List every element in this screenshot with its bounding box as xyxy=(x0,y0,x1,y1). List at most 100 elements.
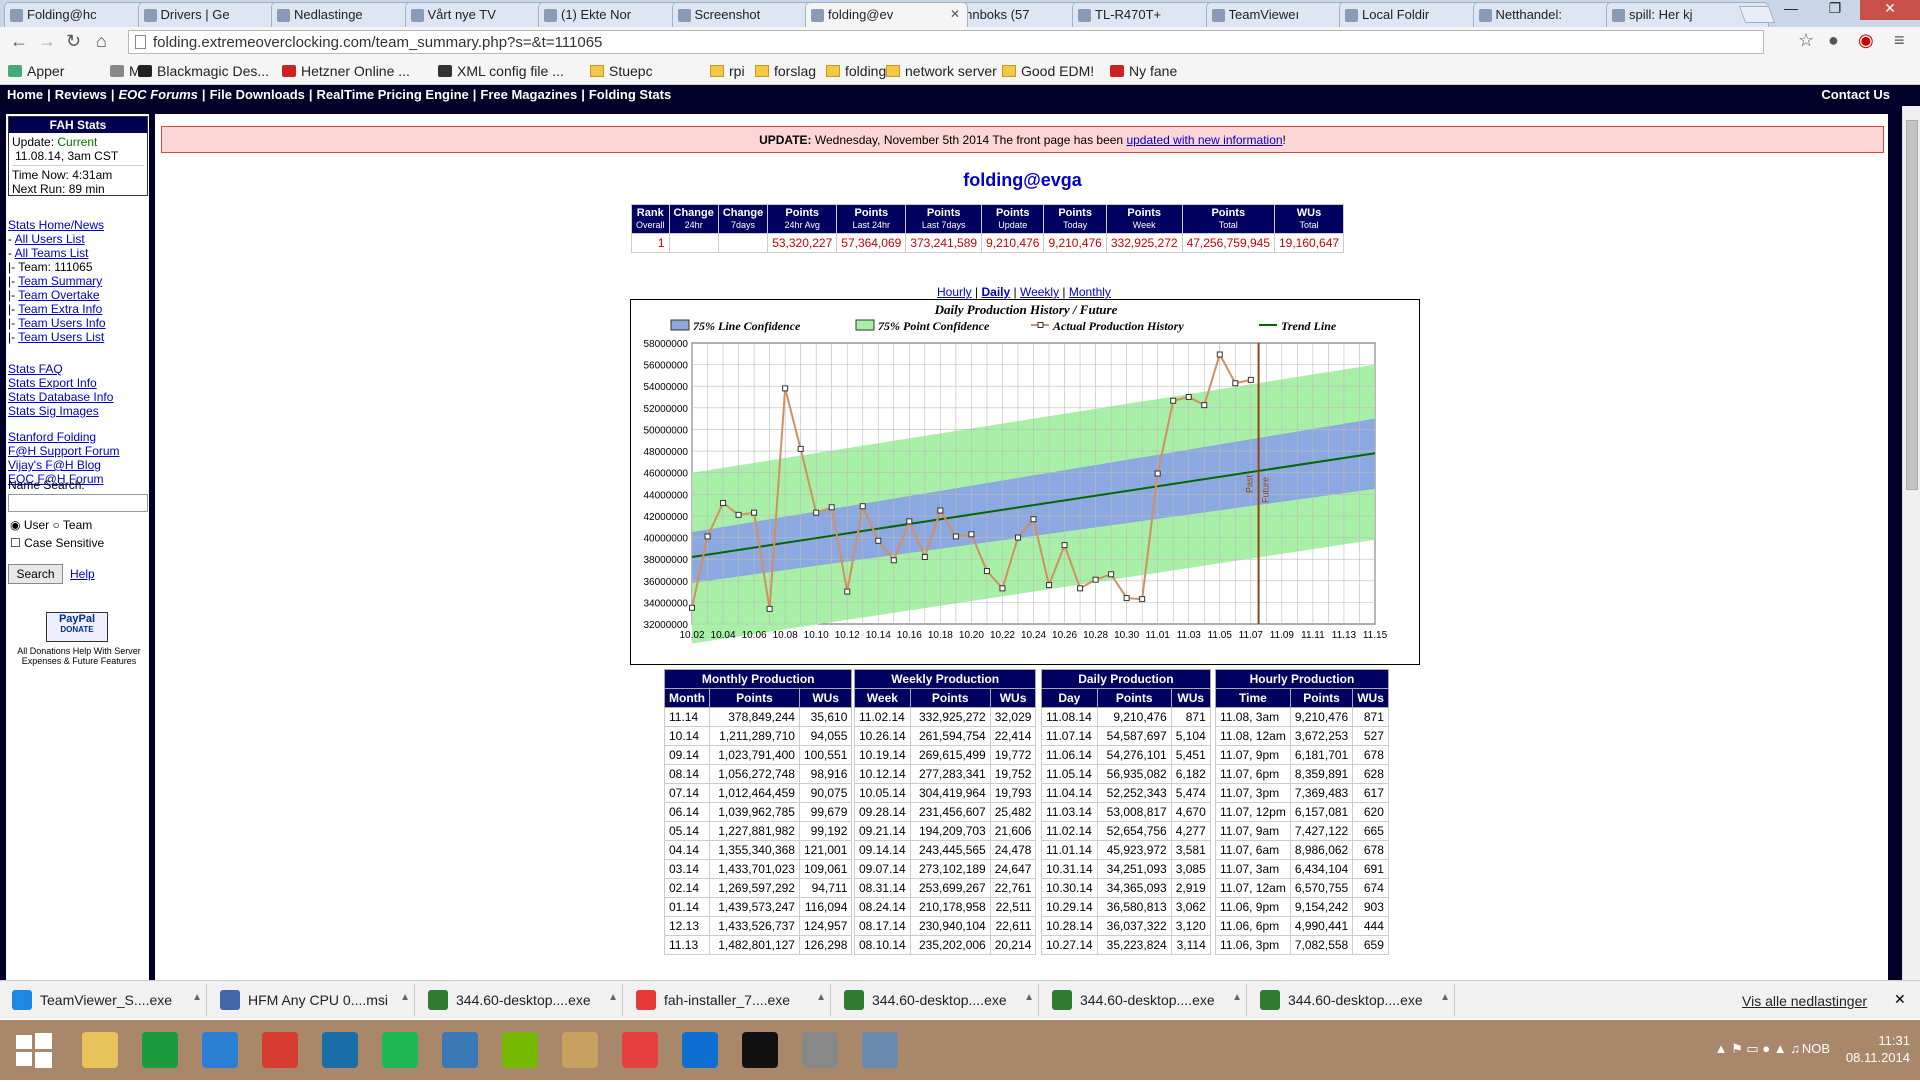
granularity-link[interactable]: Monthly xyxy=(1069,285,1111,299)
sidebar-link[interactable]: All Users List xyxy=(15,232,85,246)
calculator-icon[interactable] xyxy=(790,1023,852,1077)
download-menu-icon[interactable]: ▲ xyxy=(816,992,826,1003)
download-item[interactable]: 344.60-desktop....exe ▲ xyxy=(834,984,1039,1016)
internet-explorer-icon[interactable] xyxy=(190,1023,252,1077)
scrollbar[interactable] xyxy=(1902,106,1920,980)
bookmark-item[interactable]: rpi xyxy=(710,63,745,79)
bookmark-star-icon[interactable]: ☆ xyxy=(1798,30,1814,51)
bookmark-item[interactable]: Apper xyxy=(8,63,64,79)
performance-monitor-icon[interactable] xyxy=(850,1023,912,1077)
back-icon[interactable]: ← xyxy=(10,31,28,52)
tray-icons[interactable]: ▲ ⚑ ▭ ● ▲ ♫ xyxy=(1715,1040,1800,1057)
sidebar-link[interactable]: Stats Export Info xyxy=(8,376,97,390)
sidebar-link[interactable]: Team Extra Info xyxy=(18,302,102,316)
user-icon[interactable]: ● xyxy=(1828,30,1839,51)
paypal-donate-button[interactable]: PayPal DONATE xyxy=(46,612,108,642)
forward-icon[interactable]: → xyxy=(38,31,56,52)
bookmark-item[interactable]: folding xyxy=(826,63,886,79)
nav-link[interactable]: File Downloads xyxy=(210,87,305,102)
download-item[interactable]: TeamViewer_S....exe ▲ xyxy=(2,984,207,1016)
browser-tab[interactable]: folding@ev ✕ xyxy=(805,2,968,27)
bookmark-item[interactable]: Blackmagic Des... xyxy=(138,63,269,79)
home-icon[interactable]: ⌂ xyxy=(96,31,107,52)
download-menu-icon[interactable]: ▲ xyxy=(400,992,410,1003)
contact-link[interactable]: Contact Us xyxy=(1821,87,1890,102)
bookmark-item[interactable]: network server xyxy=(886,63,997,79)
nav-link[interactable]: EOC Forums xyxy=(118,87,197,102)
download-menu-icon[interactable]: ▲ xyxy=(1024,992,1034,1003)
download-item[interactable]: 344.60-desktop....exe ▲ xyxy=(418,984,623,1016)
search-button[interactable]: Search xyxy=(8,564,63,584)
new-tab-button[interactable] xyxy=(1738,6,1776,23)
granularity-link[interactable]: Daily xyxy=(981,285,1010,299)
close-window-icon[interactable]: ✕ xyxy=(1860,0,1920,20)
url-input[interactable]: folding.extremeoverclocking.com/team_sum… xyxy=(128,30,1764,54)
download-item[interactable]: 344.60-desktop....exe ▲ xyxy=(1042,984,1247,1016)
nav-link[interactable]: Reviews xyxy=(55,87,107,102)
granularity-link[interactable]: Hourly xyxy=(937,285,972,299)
show-all-downloads-link[interactable]: Vis alle nedlastinger xyxy=(1742,993,1867,1009)
picasa-icon[interactable] xyxy=(610,1023,672,1077)
help-link[interactable]: Help xyxy=(70,567,95,581)
extension-icon[interactable]: ◉ xyxy=(1858,30,1874,51)
team-title-link[interactable]: folding@evga xyxy=(963,170,1082,190)
paint-icon[interactable] xyxy=(550,1023,612,1077)
download-menu-icon[interactable]: ▲ xyxy=(1440,992,1450,1003)
download-item[interactable]: 344.60-desktop....exe ▲ xyxy=(1250,984,1455,1016)
clock-date[interactable]: 08.11.2014 xyxy=(1846,1049,1910,1066)
sidebar-link[interactable]: Stats Home/News xyxy=(8,218,104,232)
bookmark-item[interactable]: XML config file ... xyxy=(438,63,564,79)
tab-close-icon[interactable]: ✕ xyxy=(950,7,960,21)
name-search-input[interactable] xyxy=(8,494,148,512)
case-sensitive-checkbox[interactable]: ☐ xyxy=(10,536,21,550)
reload-icon[interactable]: ↻ xyxy=(66,31,81,52)
nav-link[interactable]: RealTime Pricing Engine xyxy=(317,87,469,102)
nav-link[interactable]: Home xyxy=(7,87,43,102)
sidebar-link[interactable]: Team Users Info xyxy=(18,316,105,330)
download-menu-icon[interactable]: ▲ xyxy=(608,992,618,1003)
update-link[interactable]: updated with new information xyxy=(1126,133,1282,147)
command-prompt-icon[interactable] xyxy=(730,1023,792,1077)
sidebar-link[interactable]: F@H Support Forum xyxy=(8,444,120,458)
menu-icon[interactable]: ≡ xyxy=(1894,30,1905,51)
minimize-icon[interactable]: — xyxy=(1774,0,1808,20)
bookmark-item[interactable]: Stuepc xyxy=(590,63,653,79)
clock-time[interactable]: 11:31 xyxy=(1846,1032,1910,1049)
sidebar-link[interactable]: All Teams List xyxy=(15,246,89,260)
download-item[interactable]: fah-installer_7....exe ▲ xyxy=(626,984,831,1016)
sidebar-link[interactable]: Team Summary xyxy=(18,274,102,288)
bookmark-item[interactable]: forslag xyxy=(755,63,816,79)
start-button[interactable] xyxy=(4,1023,66,1077)
download-menu-icon[interactable]: ▲ xyxy=(192,992,202,1003)
sidebar-link[interactable]: Team Overtake xyxy=(18,288,99,302)
sidebar-link[interactable]: Vijay's F@H Blog xyxy=(8,458,101,472)
radio-user[interactable]: ◉ xyxy=(10,518,20,532)
sidebar-link-row: - All Users List xyxy=(8,232,156,246)
download-item[interactable]: HFM Any CPU 0....msi ▲ xyxy=(210,984,415,1016)
maximize-icon[interactable]: ❐ xyxy=(1818,0,1852,20)
spotify-icon[interactable] xyxy=(370,1023,432,1077)
nav-link[interactable]: Free Magazines xyxy=(480,87,577,102)
sidebar-link[interactable]: Stats Database Info xyxy=(8,390,113,404)
chrome-icon[interactable] xyxy=(250,1023,312,1077)
sidebar-link[interactable]: Stats Sig Images xyxy=(8,404,99,418)
bookmark-item[interactable]: Ny fane xyxy=(1110,63,1177,79)
granularity-link[interactable]: Weekly xyxy=(1020,285,1059,299)
radio-team[interactable]: ○ xyxy=(53,518,60,532)
bookmark-item[interactable]: Hetzner Online ... xyxy=(282,63,410,79)
sidebar-link[interactable]: Stanford Folding xyxy=(8,430,96,444)
teamviewer-icon[interactable] xyxy=(670,1023,732,1077)
bookmark-item[interactable]: Good EDM! xyxy=(1002,63,1094,79)
sidebar-link[interactable]: Stats FAQ xyxy=(8,362,63,376)
store-icon[interactable] xyxy=(130,1023,192,1077)
image-viewer-icon[interactable] xyxy=(430,1023,492,1077)
download-menu-icon[interactable]: ▲ xyxy=(1232,992,1242,1003)
nav-link[interactable]: Folding Stats xyxy=(589,87,671,102)
nvidia-icon[interactable] xyxy=(490,1023,552,1077)
file-explorer-icon[interactable] xyxy=(70,1023,132,1077)
language-indicator[interactable]: NOB xyxy=(1802,1040,1830,1057)
sidebar-link[interactable]: Team Users List xyxy=(18,330,104,344)
photos-icon[interactable] xyxy=(310,1023,372,1077)
scrollbar-thumb[interactable] xyxy=(1906,120,1918,490)
close-download-bar-icon[interactable]: ✕ xyxy=(1894,991,1906,1008)
